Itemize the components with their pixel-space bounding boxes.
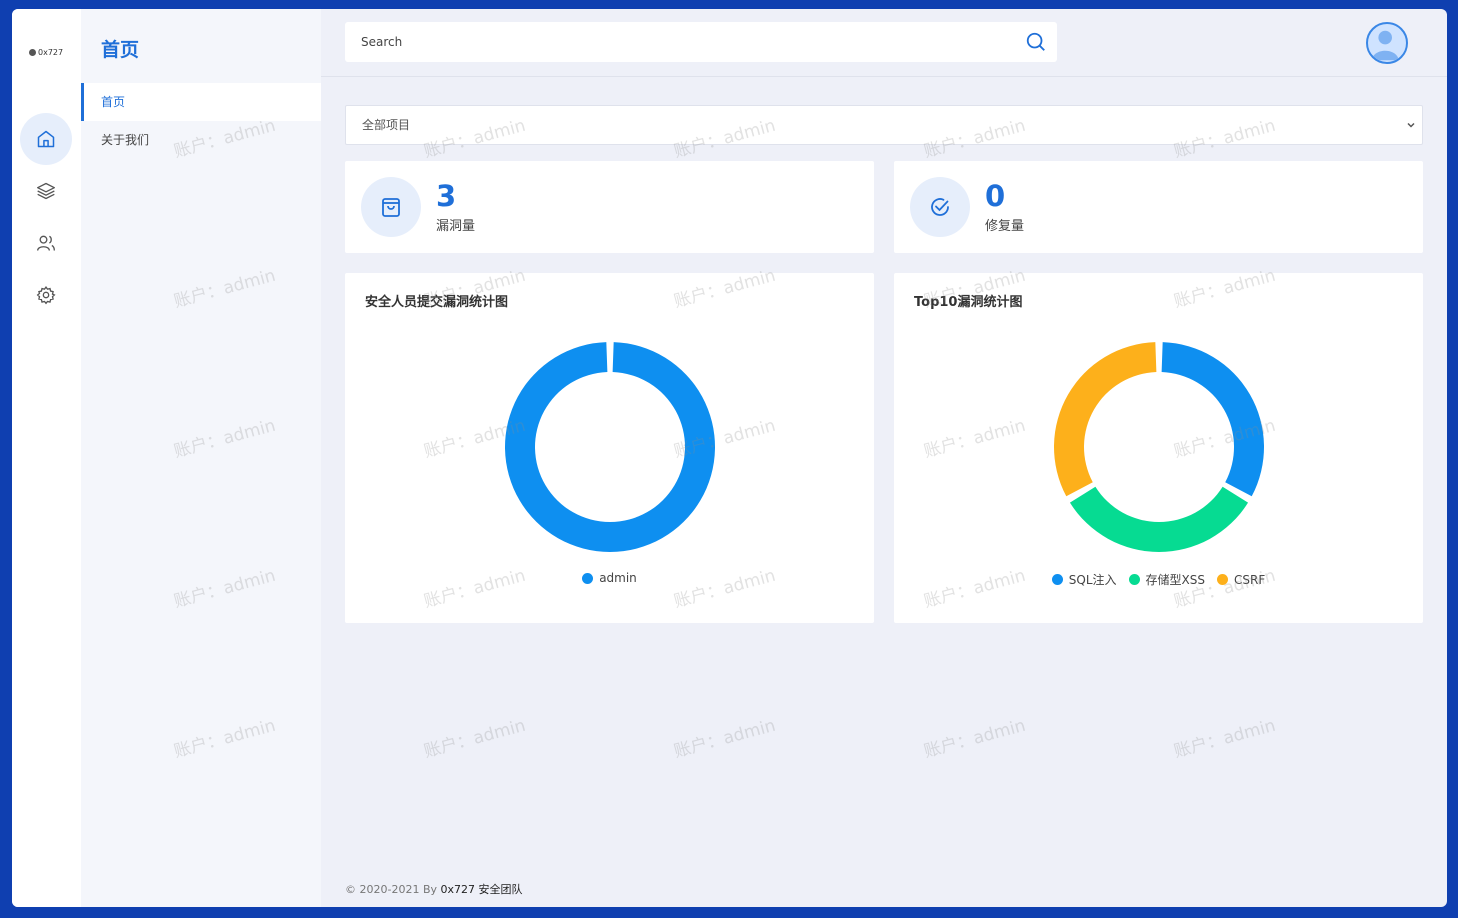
rail-home-button[interactable]	[20, 113, 72, 165]
footer-copyright: © 2020-2021 By	[345, 883, 441, 896]
logo-text: 0x727	[38, 48, 64, 57]
check-circle-icon	[931, 198, 949, 216]
rail-users-button[interactable]	[20, 217, 72, 269]
gear-icon	[36, 285, 56, 305]
legend-label: admin	[599, 571, 637, 585]
logo: 0x727	[29, 48, 63, 57]
search-input[interactable]	[345, 22, 985, 62]
home-icon	[37, 130, 55, 148]
footer: © 2020-2021 By 0x727 安全团队	[345, 881, 523, 897]
donut-slice-SQL注入[interactable]	[1161, 342, 1264, 497]
chart-legend: admin	[345, 571, 874, 585]
main-area: 全部项目 3 漏洞量 0 修复量 安全人员提交漏洞统计图 admin Top10…	[321, 9, 1447, 907]
bag-icon	[382, 198, 400, 217]
fixed-count-label: 修复量	[985, 219, 1025, 234]
project-select-value: 全部项目	[362, 118, 411, 132]
donut-slice-admin[interactable]	[505, 342, 715, 552]
legend-dot-icon	[1128, 574, 1140, 585]
user-avatar-icon	[1371, 30, 1399, 61]
search-box	[345, 22, 1057, 62]
legend-item[interactable]: SQL注入	[1051, 571, 1117, 588]
icon-rail: 0x727	[12, 9, 81, 907]
legend-dot-icon	[1051, 574, 1063, 585]
search-icon[interactable]	[1025, 31, 1047, 53]
chart-card-top10: Top10漏洞统计图 SQL注入 存储型XSS CSRF	[894, 273, 1423, 623]
chart-legend: SQL注入 存储型XSS CSRF	[894, 571, 1423, 588]
donut-slice-CSRF[interactable]	[1054, 342, 1157, 497]
donut-slice-存储型XSS[interactable]	[1069, 486, 1249, 552]
menu-item-home[interactable]: 首页	[81, 83, 321, 121]
stat-card-fixed: 0 修复量	[894, 161, 1423, 253]
rail-settings-button[interactable]	[20, 269, 72, 321]
avatar[interactable]	[1366, 22, 1408, 64]
top-bar	[321, 9, 1447, 77]
users-icon	[37, 235, 55, 251]
legend-label: SQL注入	[1068, 573, 1117, 587]
stat-card-vulns: 3 漏洞量	[345, 161, 874, 253]
menu-title: 首页	[101, 39, 140, 61]
legend-label: CSRF	[1233, 572, 1266, 587]
menu-item-about[interactable]: 关于我们	[81, 121, 321, 159]
legend-item[interactable]: admin	[582, 571, 637, 585]
layers-icon	[37, 182, 55, 200]
vuln-count-label: 漏洞量	[436, 219, 476, 234]
rail-layers-button[interactable]	[20, 165, 72, 217]
side-menu: 首页 首页 关于我们	[81, 9, 321, 907]
stat-icon-wrap	[361, 177, 421, 237]
logo-mark-icon	[29, 49, 36, 56]
app-window: 0x727 首页 首页 关于我们 全部项目	[12, 9, 1447, 907]
footer-brand: 0x727 安全团队	[440, 883, 523, 896]
vuln-count: 3	[436, 179, 457, 213]
legend-dot-icon	[1216, 574, 1228, 585]
legend-label: 存储型XSS	[1145, 573, 1205, 587]
legend-item[interactable]: CSRF	[1216, 571, 1266, 588]
legend-item[interactable]: 存储型XSS	[1128, 571, 1205, 588]
chart-card-submitters: 安全人员提交漏洞统计图 admin	[345, 273, 874, 623]
fixed-count: 0	[985, 179, 1006, 213]
legend-dot-icon	[582, 572, 594, 584]
stat-icon-wrap	[910, 177, 970, 237]
project-select[interactable]: 全部项目	[345, 105, 1423, 145]
chevron-down-icon	[1407, 122, 1415, 128]
